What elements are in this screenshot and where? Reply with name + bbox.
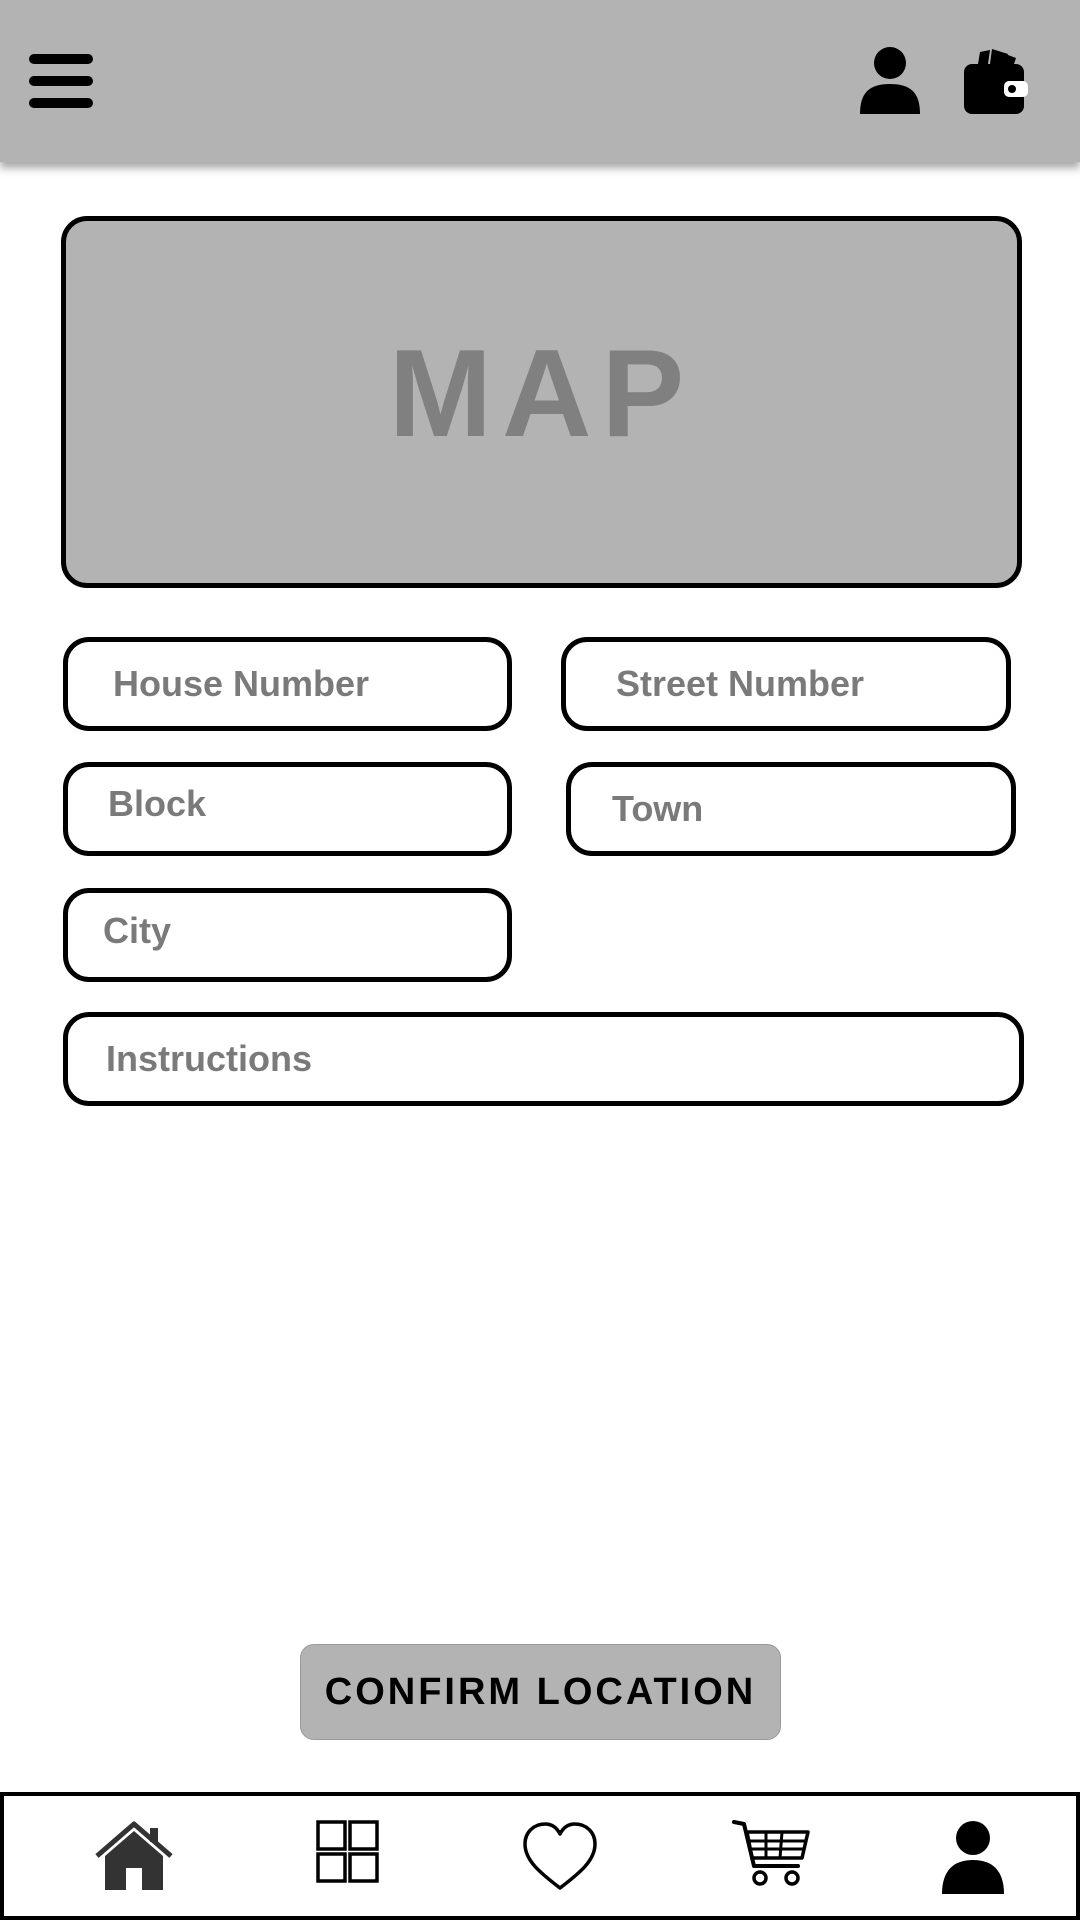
cart-icon	[732, 1820, 810, 1886]
street-number-input[interactable]	[566, 642, 1006, 726]
nav-favorites[interactable]	[519, 1816, 601, 1896]
menu-line	[29, 98, 93, 108]
block-field-wrapper	[63, 762, 512, 856]
menu-line	[29, 54, 93, 64]
nav-categories[interactable]	[306, 1816, 388, 1896]
hamburger-menu-icon[interactable]	[29, 54, 93, 108]
home-icon	[95, 1821, 173, 1890]
menu-line	[29, 76, 93, 86]
house-number-input[interactable]	[68, 642, 507, 726]
city-input[interactable]	[68, 893, 507, 977]
map-area[interactable]: MAP	[61, 216, 1022, 588]
street-number-field-wrapper	[561, 637, 1011, 731]
profile-icon	[942, 1821, 1004, 1894]
town-field-wrapper	[566, 762, 1016, 856]
bottom-navigation	[0, 1792, 1080, 1920]
top-app-bar	[0, 0, 1080, 162]
wallet-icon[interactable]	[964, 48, 1028, 114]
instructions-input[interactable]	[68, 1017, 1019, 1101]
confirm-location-button[interactable]: CONFIRM LOCATION	[300, 1644, 781, 1740]
heart-icon	[523, 1822, 597, 1890]
nav-home[interactable]	[93, 1816, 175, 1896]
block-input[interactable]	[68, 767, 507, 851]
user-icon[interactable]	[858, 46, 922, 114]
map-label: MAP	[388, 325, 695, 463]
grid-icon	[316, 1820, 379, 1883]
nav-cart[interactable]	[730, 1816, 812, 1896]
nav-profile[interactable]	[932, 1816, 1014, 1896]
town-input[interactable]	[571, 767, 1011, 851]
city-field-wrapper	[63, 888, 512, 982]
instructions-field-wrapper	[63, 1012, 1024, 1106]
house-number-field-wrapper	[63, 637, 512, 731]
